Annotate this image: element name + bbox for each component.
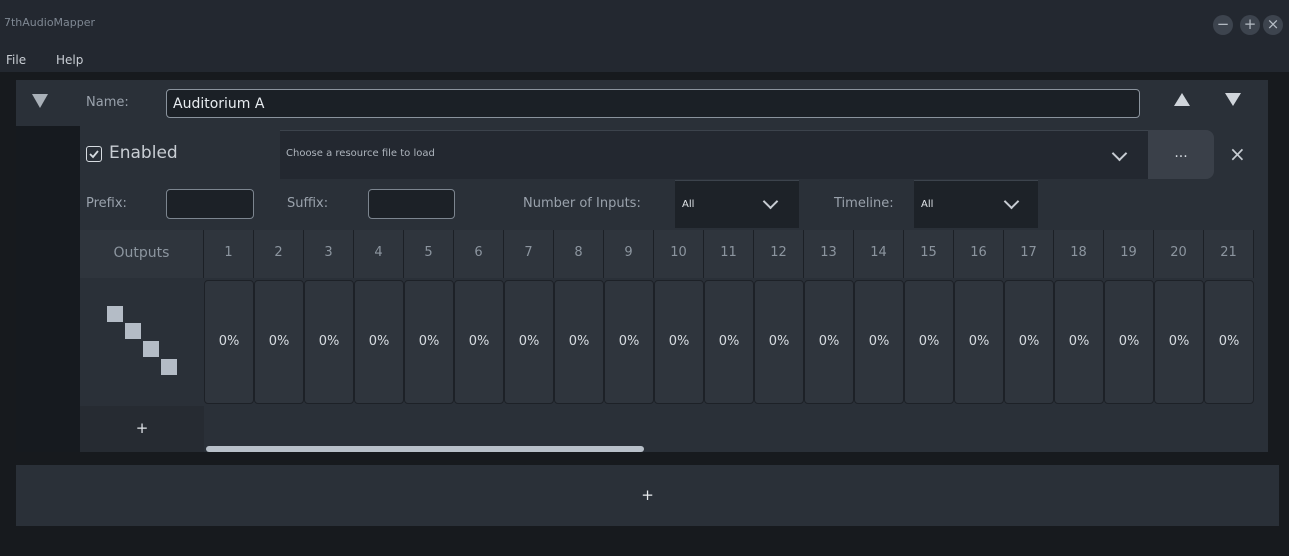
output-level-cell[interactable]: 0%	[654, 280, 704, 404]
add-mapper-button[interactable]: +	[16, 465, 1279, 526]
output-column-header: 9	[604, 230, 654, 278]
horizontal-scrollbar-thumb[interactable]	[206, 446, 644, 452]
title-bar: 7thAudioMapper − + ×	[0, 0, 1289, 46]
suffix-input[interactable]	[368, 189, 455, 219]
output-level-cell[interactable]: 0%	[354, 280, 404, 404]
diagonal-square	[125, 323, 141, 339]
output-column-header: 2	[254, 230, 304, 278]
menu-help[interactable]: Help	[56, 53, 83, 67]
checkmark-icon	[89, 150, 99, 159]
output-column-header: 15	[904, 230, 954, 278]
output-level-cell[interactable]: 0%	[1054, 280, 1104, 404]
move-down-icon[interactable]	[1225, 93, 1241, 106]
output-level-cell[interactable]: 0%	[754, 280, 804, 404]
timeline-value: All	[921, 199, 934, 210]
output-level-cell[interactable]: 0%	[1104, 280, 1154, 404]
output-level-cell[interactable]: 0%	[454, 280, 504, 404]
output-level-cell[interactable]: 0%	[854, 280, 904, 404]
output-level-cell[interactable]: 0%	[954, 280, 1004, 404]
number-of-inputs-label: Number of Inputs:	[523, 196, 641, 211]
collapse-triangle-icon[interactable]	[32, 94, 48, 108]
maximize-button[interactable]: +	[1240, 15, 1260, 35]
output-level-cell[interactable]: 0%	[1204, 280, 1254, 404]
output-level-cell[interactable]: 0%	[904, 280, 954, 404]
output-column-header: 18	[1054, 230, 1104, 278]
prefix-label: Prefix:	[86, 196, 127, 211]
number-of-inputs-value: All	[682, 199, 695, 210]
output-column-header: 21	[1204, 230, 1254, 278]
diagonal-square	[143, 341, 159, 357]
output-column-header: 12	[754, 230, 804, 278]
prefix-input[interactable]	[166, 189, 254, 219]
output-level-cell[interactable]: 0%	[554, 280, 604, 404]
output-column-header: 17	[1004, 230, 1054, 278]
outputs-header: Outputs	[80, 230, 204, 278]
close-window-button[interactable]: ×	[1263, 15, 1283, 35]
output-column-header: 13	[804, 230, 854, 278]
output-level-cell[interactable]: 0%	[504, 280, 554, 404]
output-column-header: 14	[854, 230, 904, 278]
app-title: 7thAudioMapper	[4, 16, 96, 29]
output-column-header: 11	[704, 230, 754, 278]
add-output-button[interactable]: +	[80, 406, 204, 452]
output-level-cell[interactable]: 0%	[1154, 280, 1204, 404]
output-grid: Outputs + 1 0% 2 0% 3 0% 4 0% 5 0% 6 0% 7 0% 8 0% 9 0% 10 0…	[80, 230, 1268, 452]
panel-left-strip	[16, 126, 80, 452]
menu-file[interactable]: File	[6, 53, 26, 67]
diagonal-map-icon[interactable]	[80, 280, 204, 404]
output-level-cell[interactable]: 0%	[204, 280, 254, 404]
clear-resource-icon[interactable]: ×	[1229, 142, 1246, 166]
output-column-header: 19	[1104, 230, 1154, 278]
output-column-header: 16	[954, 230, 1004, 278]
timeline-label: Timeline:	[834, 196, 894, 211]
output-level-cell[interactable]: 0%	[304, 280, 354, 404]
minimize-button[interactable]: −	[1213, 15, 1233, 35]
output-level-cell[interactable]: 0%	[704, 280, 754, 404]
browse-button[interactable]: ...	[1148, 130, 1214, 179]
output-level-cell[interactable]: 0%	[1004, 280, 1054, 404]
name-label: Name:	[86, 95, 129, 110]
menu-bar: File Help	[0, 46, 1289, 72]
diagonal-square	[107, 306, 123, 322]
output-column-header: 1	[204, 230, 254, 278]
output-level-cell[interactable]: 0%	[804, 280, 854, 404]
output-column-header: 8	[554, 230, 604, 278]
output-column-header: 7	[504, 230, 554, 278]
move-up-icon[interactable]	[1174, 93, 1190, 106]
output-column-header: 6	[454, 230, 504, 278]
output-column-header: 20	[1154, 230, 1204, 278]
name-input[interactable]: Auditorium A	[166, 89, 1140, 118]
enabled-checkbox[interactable]	[86, 146, 102, 162]
output-level-cell[interactable]: 0%	[254, 280, 304, 404]
output-column-header: 4	[354, 230, 404, 278]
output-column-header: 5	[404, 230, 454, 278]
output-level-cell[interactable]: 0%	[604, 280, 654, 404]
output-level-cell[interactable]: 0%	[404, 280, 454, 404]
resource-file-placeholder: Choose a resource file to load	[286, 148, 435, 159]
output-column-header: 3	[304, 230, 354, 278]
enabled-label: Enabled	[109, 143, 178, 163]
diagonal-square	[161, 359, 177, 375]
suffix-label: Suffix:	[287, 196, 329, 211]
output-column-header: 10	[654, 230, 704, 278]
